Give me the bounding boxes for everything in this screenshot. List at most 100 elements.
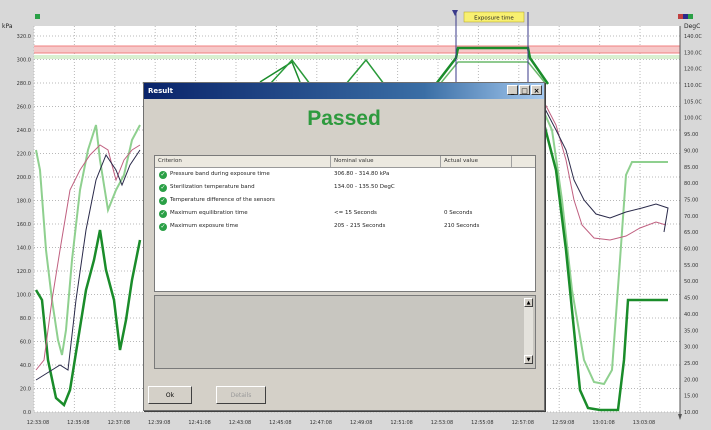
right-tick-label: 75.00 — [684, 197, 698, 203]
criterion-cell: ✓ Temperature difference of the sensors — [155, 194, 331, 207]
table-row[interactable]: ✓ Maximum exposure time 205 - 215 Seconds 2… — [155, 220, 535, 233]
minimize-icon[interactable]: _ — [507, 85, 518, 95]
time-tick-label: 13:03:08 — [633, 420, 655, 426]
left-tick-label: 0.0 — [23, 410, 31, 416]
column-header-criterion[interactable]: Criterion — [155, 156, 331, 167]
criterion-text: Pressure band during exposure time — [170, 171, 270, 177]
table-header: Criterion Nominal value Actual value — [155, 156, 535, 168]
ok-button[interactable]: Ok — [148, 386, 192, 404]
left-tick-label: 80.0 — [20, 316, 31, 322]
time-tick-label: 12:47:08 — [310, 420, 332, 426]
right-tick-label: 10.00 — [684, 410, 698, 416]
right-axis-legend-icon-blue — [683, 14, 688, 19]
time-tick-label: 12:41:08 — [188, 420, 210, 426]
time-tick-label: 12:49:08 — [350, 420, 372, 426]
left-tick-label: 320.0 — [17, 34, 31, 40]
dialog-titlebar[interactable]: Result _ □ × — [144, 83, 544, 99]
right-tick-label: 80.00 — [684, 181, 698, 187]
left-tick-label: 300.0 — [17, 58, 31, 64]
column-header-nominal[interactable]: Nominal value — [331, 156, 441, 167]
right-tick-label: 100.0C — [684, 116, 702, 122]
left-tick-label: 160.0 — [17, 222, 31, 228]
right-tick-label: 55.00 — [684, 263, 698, 269]
time-tick-label: 12:35:08 — [67, 420, 89, 426]
empty-cell — [512, 181, 535, 194]
check-icon: ✓ — [159, 183, 167, 192]
time-tick-label: 12:39:08 — [148, 420, 170, 426]
right-axis-unit: DegC — [684, 23, 700, 30]
right-tick-label: 15.00 — [684, 394, 698, 400]
nominal-cell — [331, 194, 441, 207]
details-button[interactable]: Details — [216, 386, 266, 404]
left-tick-label: 140.0 — [17, 246, 31, 252]
check-icon: ✓ — [159, 209, 167, 218]
time-tick-label: 12:51:08 — [390, 420, 412, 426]
actual-cell: 210 Seconds — [444, 223, 480, 229]
close-icon[interactable]: × — [531, 85, 542, 95]
left-tick-label: 20.0 — [20, 387, 31, 393]
criterion-cell: ✓ Maximum equilibration time — [155, 207, 331, 220]
maximize-icon[interactable]: □ — [519, 85, 530, 95]
empty-cell — [512, 220, 535, 233]
left-tick-label: 280.0 — [17, 81, 31, 87]
right-tick-label: 45.00 — [684, 296, 698, 302]
pressure-band — [34, 46, 680, 53]
table-row[interactable]: ✓ Pressure band during exposure time 306.8… — [155, 168, 535, 181]
right-tick-label: 35.00 — [684, 328, 698, 334]
criterion-text: Maximum equilibration time — [170, 210, 248, 216]
actual-cell: 0 Seconds — [444, 210, 473, 216]
table-row[interactable]: ✓ Temperature difference of the sensors — [155, 194, 535, 207]
nominal-cell: 134.00 - 135.50 DegC — [334, 184, 395, 190]
table-row[interactable]: ✓ Sterilization temperature band 134.00 - … — [155, 181, 535, 194]
left-tick-label: 260.0 — [17, 105, 31, 111]
right-tick-label: 140.0C — [684, 34, 702, 40]
actual-cell — [441, 168, 512, 181]
scroll-down-icon[interactable]: ▼ — [524, 355, 533, 364]
empty-cell — [512, 207, 535, 220]
left-tick-label: 180.0 — [17, 199, 31, 205]
scroll-up-icon[interactable]: ▲ — [524, 298, 533, 307]
right-tick-label: 20.00 — [684, 377, 698, 383]
time-tick-label: 12:55:08 — [471, 420, 493, 426]
left-tick-label: 220.0 — [17, 152, 31, 158]
right-axis-legend-icon-green — [688, 14, 693, 19]
right-tick-label: 130.0C — [684, 50, 702, 56]
right-tick-label: 105.0C — [684, 99, 702, 105]
table-row[interactable]: ✓ Maximum equilibration time <= 15 Seconds… — [155, 207, 535, 220]
time-tick-label: 12:57:08 — [512, 420, 534, 426]
dialog-title: Result — [148, 87, 174, 95]
column-header-actual[interactable]: Actual value — [441, 156, 512, 167]
criterion-text: Temperature difference of the sensors — [170, 197, 275, 203]
details-text-area[interactable]: ▲ ▼ — [154, 295, 536, 369]
nominal-cell: <= 15 Seconds — [334, 210, 377, 216]
left-axis-legend-icon — [35, 14, 40, 19]
criterion-text: Maximum exposure time — [170, 223, 239, 229]
right-axis-legend-icon-red — [678, 14, 683, 19]
nominal-cell: 205 - 215 Seconds — [334, 223, 386, 229]
left-tick-label: 60.0 — [20, 340, 31, 346]
empty-cell — [512, 168, 535, 181]
column-header-empty — [512, 156, 535, 167]
right-tick-label: 50.00 — [684, 279, 698, 285]
right-tick-label: 25.00 — [684, 361, 698, 367]
criterion-text: Sterilization temperature band — [170, 184, 255, 190]
right-tick-label: 70.00 — [684, 214, 698, 220]
time-tick-label: 12:33:08 — [27, 420, 49, 426]
criterion-cell: ✓ Maximum exposure time — [155, 220, 331, 233]
exposure-label: Exposure time — [474, 16, 514, 22]
left-tick-label: 120.0 — [17, 269, 31, 275]
actual-cell — [441, 194, 512, 207]
check-icon: ✓ — [159, 222, 167, 231]
right-tick-label: 30.00 — [684, 345, 698, 351]
right-tick-label: 60.00 — [684, 247, 698, 253]
actual-cell — [441, 181, 512, 194]
time-tick-label: 12:43:08 — [229, 420, 251, 426]
nominal-cell: 306.80 - 314.80 kPa — [334, 171, 390, 177]
time-tick-label: 12:37:08 — [108, 420, 130, 426]
window-controls: _ □ × — [507, 85, 542, 95]
right-tick-label: 110.0C — [684, 83, 702, 89]
left-tick-label: 200.0 — [17, 175, 31, 181]
criteria-table: Criterion Nominal value Actual value ✓ Pr… — [154, 155, 536, 292]
empty-cell — [512, 194, 535, 207]
vertical-scrollbar[interactable]: ▲ ▼ — [524, 298, 533, 364]
